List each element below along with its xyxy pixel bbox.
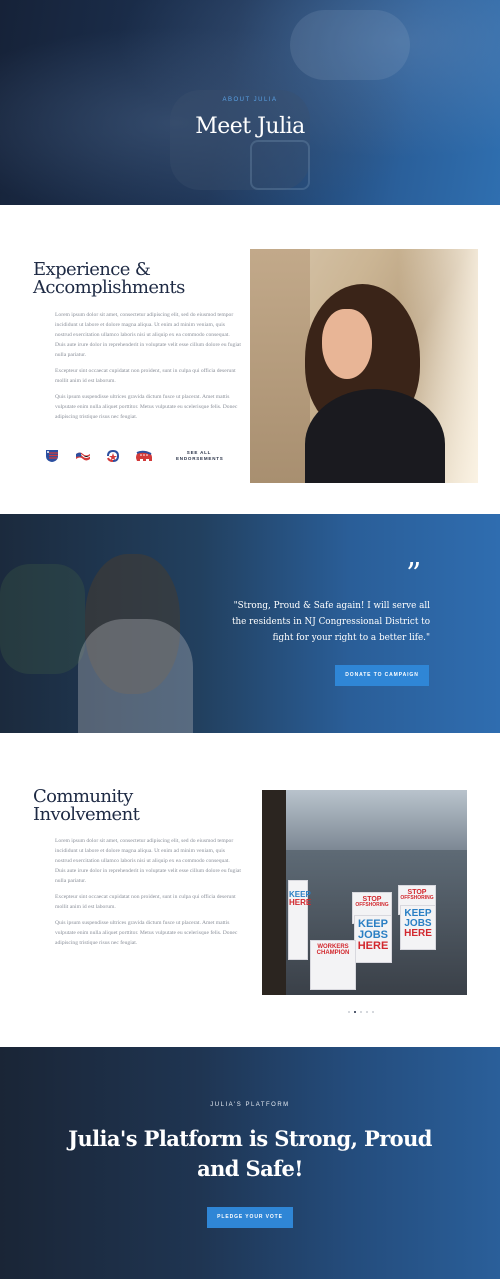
rally-sign: KEEP JOBS HERE <box>400 905 436 950</box>
see-all-line1: SEE ALL <box>186 450 212 455</box>
experience-paragraph: Lorem ipsum dolor sit amet, consectetur … <box>55 312 241 358</box>
platform-title: Julia's Platform is Strong, Proud and Sa… <box>68 1126 432 1181</box>
quote-background-person-body <box>78 619 193 733</box>
hero-background-hands <box>290 10 410 80</box>
flag-wave-logo[interactable] <box>75 449 91 463</box>
community-paragraph: Lorem ipsum dolor sit amet, consectetur … <box>55 838 241 884</box>
sign-text: CHAMPION <box>316 950 350 956</box>
sign-text: HERE <box>357 940 389 952</box>
rally-sign: KEEP JOBS HERE <box>354 915 392 963</box>
carousel-dot[interactable] <box>348 1011 350 1013</box>
carousel-dot[interactable] <box>372 1011 374 1013</box>
sign-text: OFFSHORING <box>355 902 389 908</box>
photo-face <box>322 309 372 379</box>
community-title-line2: Involvement <box>33 804 140 825</box>
julia-portrait-photo <box>250 249 478 483</box>
sign-text: OFFSHORING <box>400 895 434 901</box>
community-paragraph: Quis ipsum suspendisse ultrices gravida … <box>55 920 238 946</box>
photo-shadow <box>262 790 286 995</box>
hero-eyebrow: ABOUT JULIA <box>222 97 278 103</box>
experience-paragraph: Excepteur sint occaecat cupidatat non pr… <box>55 368 236 384</box>
rally-sign: WORKERS CHAMPION <box>310 940 356 990</box>
experience-text: Lorem ipsum dolor sit amet, consectetur … <box>55 310 241 428</box>
platform-eyebrow: JULIA'S PLATFORM <box>210 1102 290 1108</box>
carousel-dot[interactable] <box>366 1011 368 1013</box>
hero-background-glass <box>250 140 310 190</box>
campaign-quote: "Strong, Proud & Safe again! I will serv… <box>231 601 430 643</box>
community-text: Lorem ipsum dolor sit amet, consectetur … <box>55 836 241 954</box>
hero-banner: ABOUT JULIA Meet Julia <box>0 0 500 205</box>
carousel-dot[interactable] <box>360 1011 362 1013</box>
elephant-logo[interactable] <box>134 449 154 463</box>
star-swirl-logo[interactable] <box>105 449 121 463</box>
photo-background-wall <box>250 249 310 483</box>
page-title: Meet Julia <box>195 114 305 139</box>
photo-building <box>262 790 467 850</box>
experience-paragraph: Quis ipsum suspendisse ultrices gravida … <box>55 394 238 420</box>
community-title: Community Involvement <box>33 788 140 825</box>
see-all-line2: ENDORSEMENTS <box>176 456 224 461</box>
see-all-endorsements-link[interactable]: SEE ALL ENDORSEMENTS <box>176 450 224 462</box>
experience-title-line2: Accomplishments <box>33 277 185 298</box>
carousel-dot-active[interactable] <box>354 1011 356 1013</box>
pledge-vote-button[interactable]: PLEDGE YOUR VOTE <box>207 1207 293 1228</box>
community-paragraph: Excepteur sint occaecat cupidatat non pr… <box>55 894 236 910</box>
carousel-dots <box>348 998 378 1017</box>
quote-background-foliage <box>0 564 85 674</box>
sign-text: HERE <box>289 898 312 907</box>
flag-shield-logo[interactable] <box>44 449 60 463</box>
donate-button[interactable]: DONATE TO CAMPAIGN <box>335 665 429 686</box>
sign-text: HERE <box>404 928 432 939</box>
community-rally-photo: STOP OFFSHORING KEEP JOBS HERE STOP OFFS… <box>262 790 467 995</box>
quote-icon: ” <box>406 557 422 592</box>
rally-sign: KEEP HERE <box>288 880 312 960</box>
experience-title: Experience & Accomplishments <box>33 261 185 297</box>
